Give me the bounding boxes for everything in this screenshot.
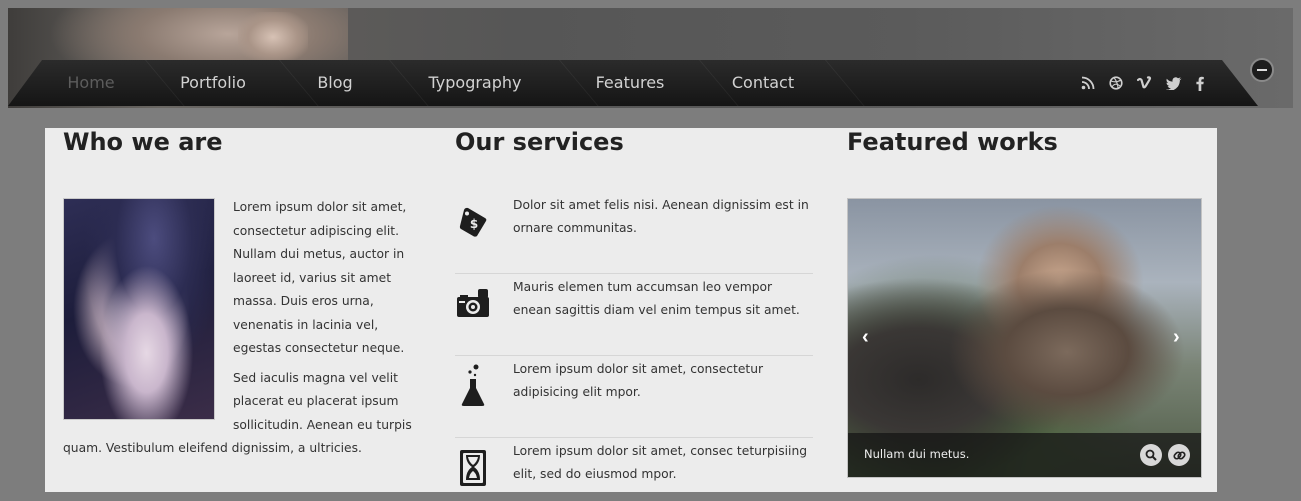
photo-spacer <box>63 196 233 422</box>
service-item: Lorem ipsum dolor sit amet, consectetur … <box>455 356 813 438</box>
camera-icon <box>455 282 491 326</box>
social-links <box>1081 60 1204 106</box>
featured-works-heading: Featured works <box>847 128 1058 156</box>
slider-caption-bar: Nullam dui metus. <box>848 433 1201 477</box>
service-text: Dolor sit amet felis nisi. Aenean dignis… <box>513 198 809 235</box>
zoom-icon[interactable] <box>1140 444 1162 466</box>
nav-item-features[interactable]: Features <box>560 60 700 106</box>
services-list: $ Dolor sit amet felis nisi. Aenean dign… <box>455 192 813 501</box>
service-text: Lorem ipsum dolor sit amet, consectetur … <box>513 362 764 399</box>
content-panel: Who we are Lorem ipsum dolor sit amet, c… <box>45 128 1217 492</box>
service-text: Lorem ipsum dolor sit amet, consec tetur… <box>513 444 808 481</box>
slider-next-arrow-icon[interactable]: › <box>1173 327 1187 347</box>
slider-caption: Nullam dui metus. <box>864 447 970 461</box>
service-text: Mauris elemen tum accumsan leo vempor en… <box>513 280 800 317</box>
nav-item-blog[interactable]: Blog <box>280 60 390 106</box>
rss-icon[interactable] <box>1081 76 1095 90</box>
service-item: $ Dolor sit amet felis nisi. Aenean dign… <box>455 192 813 274</box>
twitter-icon[interactable] <box>1166 76 1182 90</box>
svg-text:$: $ <box>470 217 478 231</box>
who-we-are-text: Lorem ipsum dolor sit amet, consectetur … <box>63 196 419 461</box>
nav-item-portfolio[interactable]: Portfolio <box>146 60 280 106</box>
featured-works-slider[interactable]: ‹ › Nullam dui metus. <box>847 198 1202 478</box>
banner-photo-hand <box>238 12 308 62</box>
vimeo-icon[interactable] <box>1137 76 1152 90</box>
flask-icon <box>455 364 491 408</box>
nav-item-typography[interactable]: Typography <box>390 60 560 106</box>
price-tag-icon: $ <box>455 200 491 244</box>
toggle-header-button[interactable] <box>1250 58 1274 82</box>
hourglass-icon <box>455 446 491 490</box>
facebook-icon[interactable] <box>1196 76 1204 91</box>
nav-item-contact[interactable]: Contact <box>700 60 826 106</box>
service-item: Lorem ipsum dolor sit amet, consec tetur… <box>455 438 813 501</box>
nav-item-home[interactable]: Home <box>36 60 146 106</box>
service-item: Mauris elemen tum accumsan leo vempor en… <box>455 274 813 356</box>
link-icon[interactable] <box>1168 444 1190 466</box>
who-we-are-heading: Who we are <box>63 128 223 156</box>
slider-prev-arrow-icon[interactable]: ‹ <box>862 327 876 347</box>
our-services-heading: Our services <box>455 128 624 156</box>
dribbble-icon[interactable] <box>1109 76 1123 90</box>
main-nav: Home Portfolio Blog Typography Features … <box>36 60 826 106</box>
